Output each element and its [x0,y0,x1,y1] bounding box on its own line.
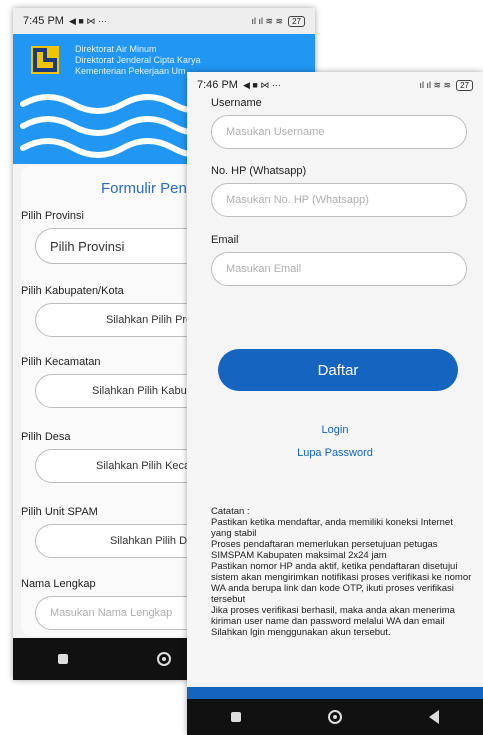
home-icon[interactable] [327,710,342,724]
note-item: Proses pendaftaran memerlukan persetujua… [211,539,438,561]
status-bar: 7:45 PM ◀ ■ ⋈ ··· ıl ıl ≋ ≋ 27 [13,8,315,34]
recent-apps-icon[interactable] [230,712,241,722]
header-line-3: Kementerian Pekerjaan Um [75,66,186,76]
header-line-1: Direktorat Air Minum [75,44,157,54]
pu-logo [31,46,59,74]
front-nav-bar [187,699,483,735]
footer-strip [187,687,483,699]
note-item: Jika proses verifikasi berhasil, maka an… [211,605,455,627]
header-line-2: Direktorat Jenderal Cipta Karya [75,55,201,65]
note-item: Silahkan lgin menggunakan akun tersebut. [211,627,391,638]
recent-apps-icon[interactable] [57,654,68,664]
email-placeholder: Masukan Email [226,263,302,275]
notification-icons: ◀ ■ ⋈ ··· [68,15,107,26]
notes-title: Catatan : [211,506,250,517]
field-label-email: Email [211,234,239,246]
field-label-nohp: No. HP (Whatsapp) [211,165,307,177]
back-icon[interactable] [429,710,440,724]
field-label-username: Username [211,97,262,109]
clock: 7:46 PM [197,79,238,91]
username-input[interactable]: Masukan Username [211,115,467,149]
home-icon[interactable] [156,652,171,666]
front-phone-screen: 7:46 PM ◀ ■ ⋈ ··· ıl ıl ≋ ≋ 27 Username … [187,72,483,735]
signal-wifi-icons: ıl ıl ≋ ≋ [419,79,452,90]
battery-icon: 27 [456,79,473,91]
clock: 7:45 PM [23,15,64,27]
provinsi-select-value: Pilih Provinsi [50,238,125,254]
unit-spam-select-value: Silahkan Pilih D [110,535,188,547]
lupa-password-link[interactable]: Lupa Password [187,447,483,459]
login-link[interactable]: Login [187,424,483,436]
desa-select-value: Silahkan Pilih Keca [96,460,191,472]
notification-icons: ◀ ■ ⋈ ··· [242,79,281,90]
daftar-button-label: Daftar [317,361,359,379]
daftar-button[interactable]: Daftar [218,349,458,391]
battery-icon: 27 [288,15,305,27]
kecamatan-select-value: Silahkan Pilih Kabupa [92,385,200,397]
email-input[interactable]: Masukan Email [211,252,467,286]
kabupaten-select-value: Silahkan Pilih Pro [106,314,193,326]
username-placeholder: Masukan Username [226,126,325,138]
note-item: Pastikan nomor HP anda aktif, ketika pen… [211,561,472,605]
status-bar: 7:46 PM ◀ ■ ⋈ ··· ıl ıl ≋ ≋ 27 [187,72,483,98]
note-item: Pastikan ketika mendaftar, anda memiliki… [211,517,453,539]
nohp-placeholder: Masukan No. HP (Whatsapp) [226,194,369,206]
signal-wifi-icons: ıl ıl ≋ ≋ [251,15,284,26]
nama-input-placeholder: Masukan Nama Lengkap [50,607,173,619]
nohp-input[interactable]: Masukan No. HP (Whatsapp) [211,183,467,217]
notes-section: Catatan : Pastikan ketika mendaftar, and… [211,506,473,638]
